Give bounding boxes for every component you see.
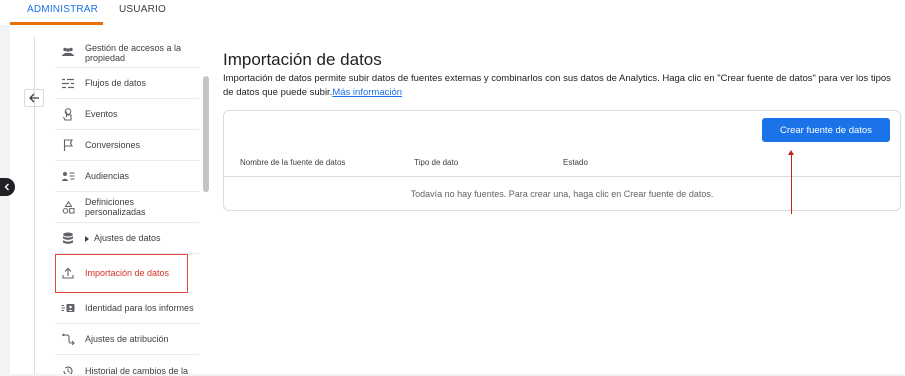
property-nav-list: Gestión de accesos a la propiedad Flujos…: [55, 37, 199, 376]
caret-right-icon: [85, 235, 89, 242]
description-text: Importación de datos permite subir datos…: [223, 73, 891, 98]
audience-icon: [61, 169, 75, 183]
shapes-icon: [61, 200, 75, 214]
upload-icon: [61, 266, 75, 280]
nav-item-reporting-identity[interactable]: Identidad para los informes: [55, 293, 199, 324]
top-tab-bar: ADMINISTRAR USUARIO: [0, 0, 905, 25]
nav-item-data-streams[interactable]: Flujos de datos: [55, 68, 199, 99]
nav-item-events[interactable]: Eventos: [55, 99, 199, 130]
identity-icon: [61, 301, 75, 315]
attribution-icon: [61, 332, 75, 346]
data-sources-card: Crear fuente de datos Nombre de la fuent…: [223, 110, 901, 211]
create-data-source-button[interactable]: Crear fuente de datos: [762, 118, 890, 142]
nav-item-label: Importación de datos: [85, 268, 170, 278]
flag-icon: [61, 138, 75, 152]
nav-scrollbar[interactable]: [203, 76, 209, 192]
nav-item-label: Flujos de datos: [85, 78, 147, 88]
nav-item-label-text: Ajustes de datos: [94, 233, 161, 243]
column-header-data-type[interactable]: Tipo de dato: [414, 158, 458, 167]
nav-item-change-history[interactable]: Historial de cambios de la: [55, 355, 199, 376]
nav-item-data-import[interactable]: Importación de datos: [55, 254, 188, 293]
table-header-divider: [224, 176, 900, 177]
touch-icon: [61, 107, 75, 121]
column-header-status[interactable]: Estado: [563, 158, 588, 167]
tab-administrar[interactable]: ADMINISTRAR: [27, 4, 98, 15]
nav-item-label: Definiciones personalizadas: [85, 197, 146, 217]
page-description: Importación de datos permite subir datos…: [223, 72, 903, 100]
nav-item-label: Identidad para los informes: [85, 303, 194, 313]
nav-item-conversions[interactable]: Conversiones: [55, 130, 199, 161]
more-info-link[interactable]: Más información: [332, 87, 402, 98]
nav-item-data-settings[interactable]: Ajustes de datos: [55, 223, 199, 254]
chevron-left-icon: [4, 183, 9, 191]
nav-item-attribution-settings[interactable]: Ajustes de atribución: [55, 324, 199, 355]
page-title: Importación de datos: [223, 50, 382, 69]
nav-item-label: Gestión de accesos a la propiedad: [85, 43, 182, 63]
back-button[interactable]: [24, 89, 44, 107]
nav-item-label: Conversiones: [85, 140, 141, 150]
nav-item-label: Ajustes de atribución: [85, 334, 169, 344]
nav-rail-divider: [34, 37, 35, 374]
arrow-left-icon: [29, 93, 39, 103]
empty-state-message: Todavía no hay fuentes. Para crear una, …: [410, 189, 714, 199]
column-header-source-name[interactable]: Nombre de la fuente de datos: [240, 158, 345, 167]
annotation-arrow-head: [788, 150, 794, 155]
annotation-arrow-line: [791, 153, 792, 214]
nav-item-label: Eventos: [85, 109, 118, 119]
nav-item-label: Audiencias: [85, 171, 130, 181]
nav-item-label: Ajustes de datos: [85, 233, 197, 243]
nav-item-custom-definitions[interactable]: Definiciones personalizadas: [55, 192, 199, 223]
nav-item-audiences[interactable]: Audiencias: [55, 161, 199, 192]
nav-item-access-management[interactable]: Gestión de accesos a la propiedad: [55, 37, 199, 68]
data-streams-icon: [61, 76, 75, 90]
people-icon: [61, 45, 75, 59]
database-icon: [61, 231, 75, 245]
tab-usuario[interactable]: USUARIO: [119, 4, 166, 15]
